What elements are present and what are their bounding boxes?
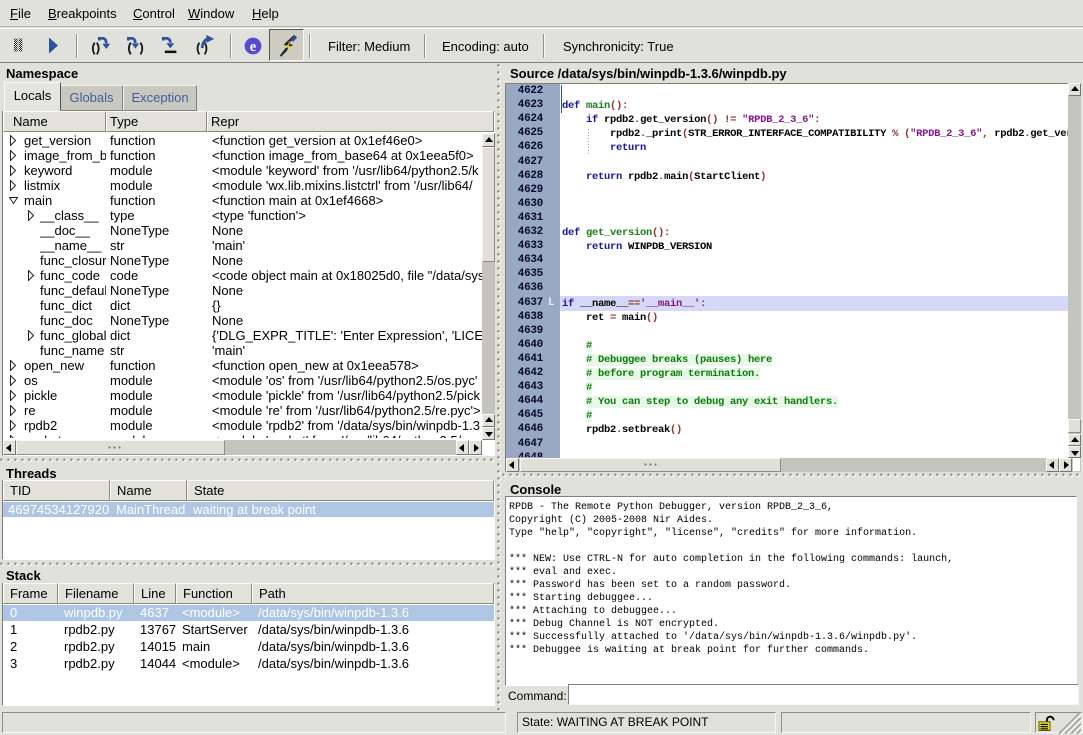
svg-text:e: e	[250, 39, 257, 55]
